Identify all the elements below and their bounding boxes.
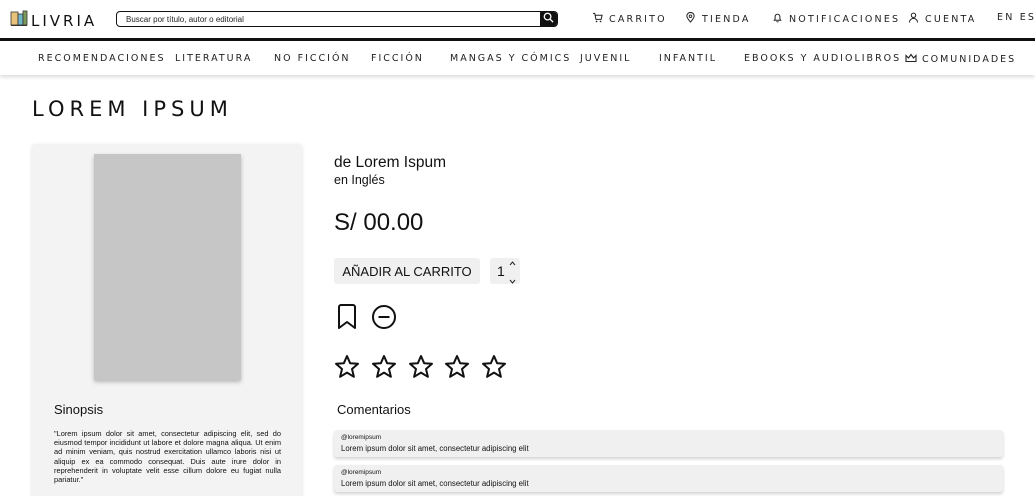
language-switch[interactable]: EN ES <box>997 12 1035 23</box>
remove-button[interactable] <box>371 304 397 335</box>
store-link[interactable]: TIENDA <box>685 11 751 26</box>
search-button[interactable] <box>540 12 557 26</box>
comment-user[interactable]: @loremipsum <box>341 434 381 441</box>
top-header: LIVRIA CARRITO TIENDA NOTIFICACIONES CUE… <box>0 0 1035 38</box>
account-label: CUENTA <box>925 13 977 25</box>
nav-item-comunidades[interactable]: COMUNIDADES <box>905 53 1016 66</box>
comment-item: @loremipsum Lorem ipsum dolor sit amet, … <box>334 465 1003 492</box>
star-outline-icon[interactable] <box>408 354 434 380</box>
star-outline-icon[interactable] <box>371 354 397 380</box>
notifications-label: NOTIFICACIONES <box>789 13 901 25</box>
nav-item-ficcion[interactable]: FICCIÓN <box>371 53 424 64</box>
nav-item-no-ficcion[interactable]: NO FICCIÓN <box>274 53 351 64</box>
notifications-link[interactable]: NOTIFICACIONES <box>772 12 900 26</box>
bookmark-button[interactable] <box>334 303 360 335</box>
logo[interactable]: LIVRIA <box>10 9 97 32</box>
comment-user[interactable]: @loremipsum <box>341 469 381 476</box>
crown-icon <box>905 53 922 66</box>
book-price: S/ 00.00 <box>334 209 424 236</box>
quantity-value: 1 <box>497 263 505 279</box>
book-info-card: Sinopsis "Lorem ipsum dolor sit amet, co… <box>32 144 302 496</box>
star-outline-icon[interactable] <box>334 354 360 380</box>
chevron-down-icon[interactable] <box>509 271 516 289</box>
comments-title: Comentarios <box>337 402 411 417</box>
comment-text: Lorem ipsum dolor sit amet, consectetur … <box>341 479 529 488</box>
book-language: en Inglés <box>334 173 385 187</box>
synopsis-text: "Lorem ipsum dolor sit amet, consectetur… <box>54 429 281 485</box>
search-bar <box>116 11 558 27</box>
chevron-up-icon[interactable] <box>509 253 516 271</box>
star-outline-icon[interactable] <box>481 354 507 380</box>
nav-item-recomendaciones[interactable]: RECOMENDACIONES <box>38 53 166 64</box>
comment-text: Lorem ipsum dolor sit amet, consectetur … <box>341 444 529 453</box>
account-link[interactable]: CUENTA <box>908 12 976 26</box>
page-title: LOREM IPSUM <box>32 97 233 121</box>
minus-circle-icon <box>371 304 397 335</box>
nav-item-juvenil[interactable]: JUVENIL <box>580 53 631 64</box>
store-label: TIENDA <box>702 13 751 25</box>
logo-text: LIVRIA <box>31 11 98 30</box>
book-author: de Lorem Ispum <box>334 154 446 171</box>
search-input[interactable] <box>117 12 540 26</box>
comment-item: @loremipsum Lorem ipsum dolor sit amet, … <box>334 430 1003 457</box>
star-outline-icon[interactable] <box>444 354 470 380</box>
nav-item-mangas-y-comics[interactable]: MANGAS Y CÓMICS <box>450 53 571 64</box>
book-cover-image <box>94 154 241 380</box>
bookmark-icon <box>335 303 359 335</box>
cart-label: CARRITO <box>609 13 667 25</box>
cart-icon <box>592 12 609 26</box>
nav-item-comunidades-label: COMUNIDADES <box>922 54 1017 65</box>
synopsis-title: Sinopsis <box>54 402 104 417</box>
category-nav: RECOMENDACIONES LITERATURA NO FICCIÓN FI… <box>0 41 1035 75</box>
user-icon <box>908 12 925 26</box>
nav-item-ebooks-y-audiolibros[interactable]: EBOOKS Y AUDIOLIBROS <box>744 53 901 64</box>
bell-icon <box>772 12 789 26</box>
nav-item-infantil[interactable]: INFANTIL <box>659 53 717 64</box>
nav-item-literatura[interactable]: LITERATURA <box>175 53 252 64</box>
book-stack-icon <box>10 9 28 32</box>
language-label: EN ES <box>997 12 1035 23</box>
add-to-cart-button[interactable]: AÑADIR AL CARRITO <box>334 258 480 284</box>
quantity-stepper[interactable]: 1 <box>490 258 520 284</box>
location-pin-icon <box>685 11 702 26</box>
search-icon <box>543 12 554 26</box>
cart-link[interactable]: CARRITO <box>592 12 667 26</box>
